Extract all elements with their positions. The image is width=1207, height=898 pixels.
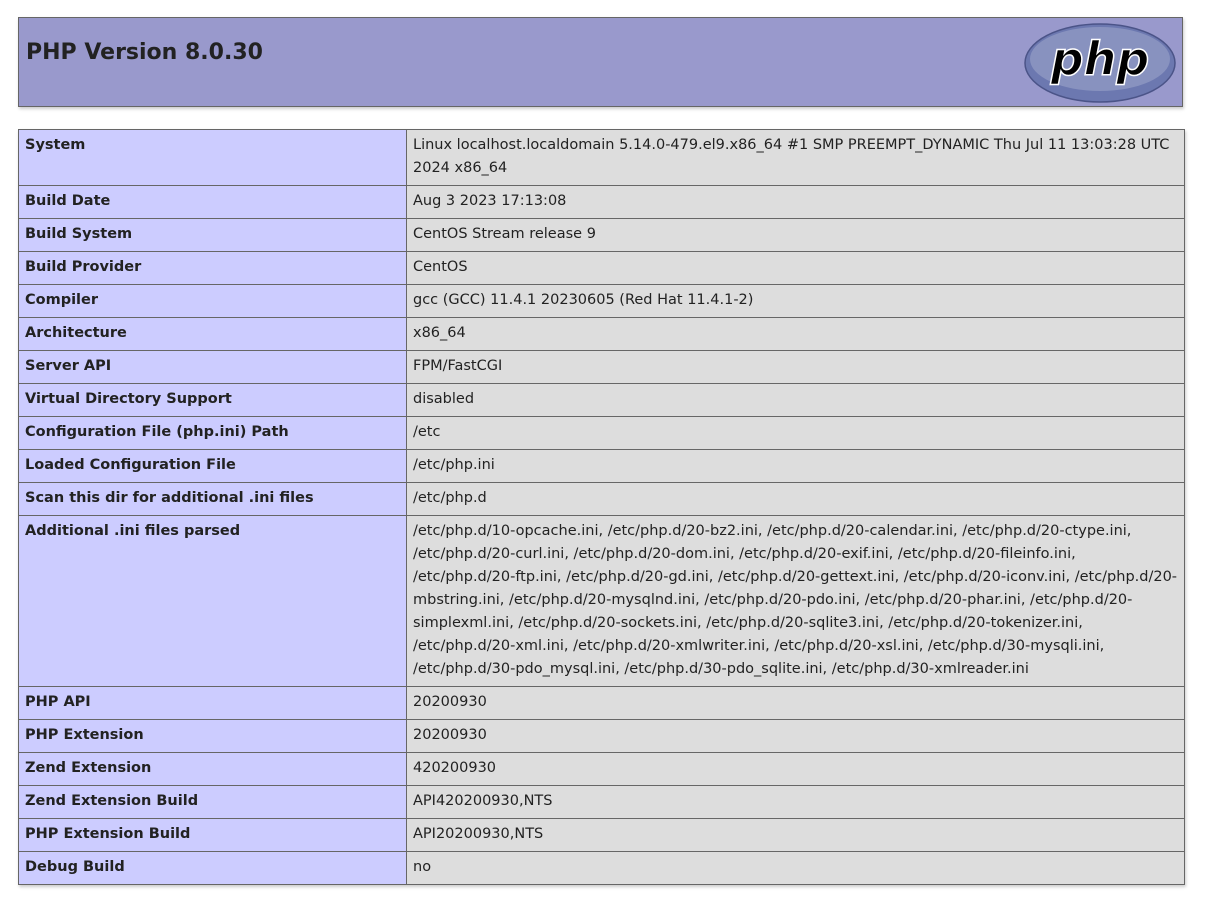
table-row: Server API FPM/FastCGI bbox=[18, 350, 1185, 384]
table-row: Additional .ini files parsed/etc/php.d/1… bbox=[18, 515, 1185, 687]
php-version-header: PHP Version 8.0.30 php bbox=[18, 17, 1183, 107]
setting-value: Aug 3 2023 17:13:08 bbox=[406, 185, 1185, 219]
setting-value: FPM/FastCGI bbox=[406, 350, 1185, 384]
table-row: Compiler gcc (GCC) 11.4.1 20230605 (Red H… bbox=[18, 284, 1185, 318]
setting-name: Scan this dir for additional .ini files bbox=[18, 482, 407, 516]
table-row: Scan this dir for additional .ini files /… bbox=[18, 482, 1185, 516]
setting-value: CentOS bbox=[406, 251, 1185, 285]
setting-name: Loaded Configuration File bbox=[18, 449, 407, 483]
table-row: Build Date Aug 3 2023 17:13:08 bbox=[18, 185, 1185, 219]
table-row: PHP Extension Build API20200930,NTS bbox=[18, 818, 1185, 852]
page-title: PHP Version 8.0.30 bbox=[26, 40, 263, 65]
table-row: PHP Extension 20200930 bbox=[18, 719, 1185, 753]
setting-value: CentOS Stream release 9 bbox=[406, 218, 1185, 252]
setting-name: Server API bbox=[18, 350, 407, 384]
setting-name: Zend Extension Build bbox=[18, 785, 407, 819]
table-row: Build System CentOS Stream release 9 bbox=[18, 218, 1185, 252]
table-row: PHP API 20200930 bbox=[18, 686, 1185, 720]
setting-value: Linux localhost.localdomain 5.14.0-479.e… bbox=[406, 129, 1185, 186]
setting-value: /etc/php.d/10-opcache.ini, /etc/php.d/20… bbox=[406, 515, 1185, 687]
setting-name: Build Date bbox=[18, 185, 407, 219]
setting-value: API20200930,NTS bbox=[406, 818, 1185, 852]
setting-value: 420200930 bbox=[406, 752, 1185, 786]
setting-name: Architecture bbox=[18, 317, 407, 351]
table-row: Loaded Configuration File/etc/php.ini bbox=[18, 449, 1185, 483]
setting-name: PHP Extension bbox=[18, 719, 407, 753]
setting-value: API420200930,NTS bbox=[406, 785, 1185, 819]
setting-value: /etc/php.d bbox=[406, 482, 1185, 516]
php-logo-icon: php bbox=[1024, 23, 1176, 103]
system-info-table: System Linux localhost.localdomain 5.14.0… bbox=[18, 129, 1185, 885]
setting-value: /etc bbox=[406, 416, 1185, 450]
setting-value: gcc (GCC) 11.4.1 20230605 (Red Hat 11.4.… bbox=[406, 284, 1185, 318]
setting-name: Debug Build bbox=[18, 851, 407, 885]
table-row: Build Provider CentOS bbox=[18, 251, 1185, 285]
table-row: System Linux localhost.localdomain 5.14.0… bbox=[18, 129, 1185, 186]
setting-name: Build System bbox=[18, 218, 407, 252]
php-logo-text: php bbox=[1050, 32, 1150, 86]
setting-name: Additional .ini files parsed bbox=[18, 515, 407, 687]
setting-value: 20200930 bbox=[406, 719, 1185, 753]
setting-name: Build Provider bbox=[18, 251, 407, 285]
setting-name: Compiler bbox=[18, 284, 407, 318]
table-row: Zend Extension Build API420200930,NTS bbox=[18, 785, 1185, 819]
table-row: Architecture x86_64 bbox=[18, 317, 1185, 351]
setting-name: Zend Extension bbox=[18, 752, 407, 786]
setting-name: System bbox=[18, 129, 407, 186]
setting-value: 20200930 bbox=[406, 686, 1185, 720]
setting-value: no bbox=[406, 851, 1185, 885]
setting-value: x86_64 bbox=[406, 317, 1185, 351]
setting-value: /etc/php.ini bbox=[406, 449, 1185, 483]
table-row: Zend Extension 420200930 bbox=[18, 752, 1185, 786]
table-row: Virtual Directory Support disabled bbox=[18, 383, 1185, 417]
setting-name: Virtual Directory Support bbox=[18, 383, 407, 417]
table-row: Debug Build no bbox=[18, 851, 1185, 885]
setting-name: PHP API bbox=[18, 686, 407, 720]
setting-value: disabled bbox=[406, 383, 1185, 417]
php-logo[interactable]: php bbox=[1023, 23, 1177, 107]
table-row: Configuration File (php.ini) Path/etc bbox=[18, 416, 1185, 450]
setting-name: Configuration File (php.ini) Path bbox=[18, 416, 407, 450]
setting-name: PHP Extension Build bbox=[18, 818, 407, 852]
